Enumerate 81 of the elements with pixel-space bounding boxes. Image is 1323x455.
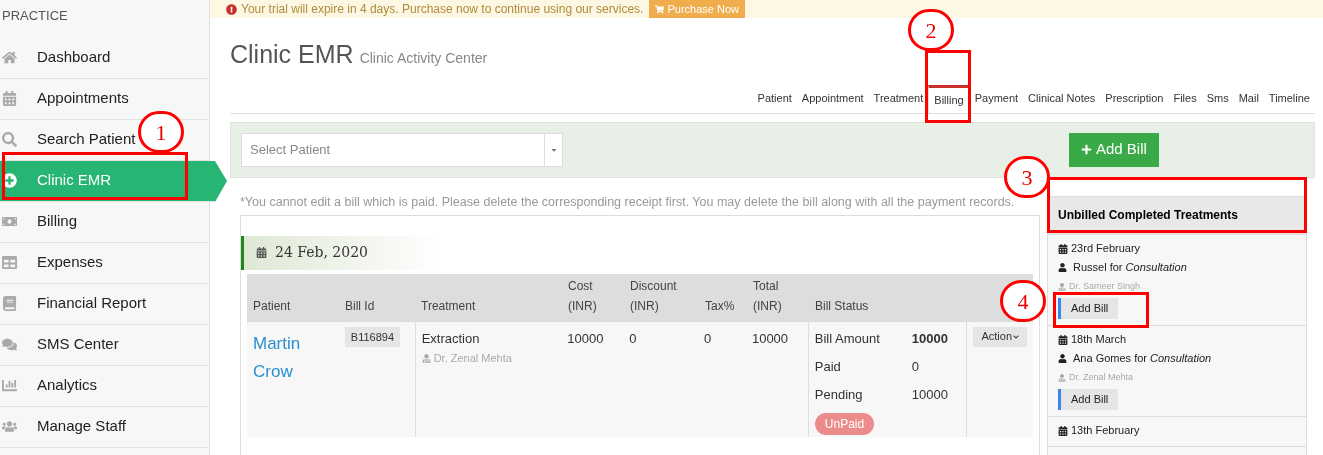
treatment-date: 13th February [1071, 423, 1140, 439]
add-bill-button[interactable]: Add Bill [1058, 388, 1119, 410]
nav-icon [2, 378, 17, 393]
sidebar-item[interactable]: Billing [0, 201, 209, 243]
tab[interactable]: Payment [969, 84, 1024, 113]
tab[interactable]: Files [1168, 84, 1202, 113]
patient-select[interactable]: Select Patient [241, 132, 563, 167]
doctor-name: Dr. Zenal Mehta [1069, 370, 1134, 384]
chevron-icon [1013, 333, 1019, 340]
nav-icon [2, 50, 17, 65]
sidebar-item[interactable]: Financial Report [0, 283, 209, 325]
status-value: 10000 [911, 385, 948, 404]
nav-icon [2, 255, 17, 270]
step-number: 2 [908, 9, 954, 51]
nav-icon [2, 419, 17, 434]
person-icon [1058, 354, 1067, 363]
doctor-icon [1058, 373, 1066, 382]
sidebar-item[interactable]: Expenses [0, 242, 209, 284]
person-icon [1058, 263, 1067, 272]
column-header: Bill Id [344, 297, 376, 315]
add-bill-button[interactable]: Add Bill [1058, 297, 1119, 319]
page-subtitle: Clinic Activity Center [359, 49, 488, 68]
column-header: Patient [252, 297, 292, 315]
status-label: Bill Amount [814, 329, 881, 348]
sidebar-item[interactable]: Manage Staff [0, 406, 209, 448]
table-cell-text: 10000 [566, 329, 605, 348]
table-cell-text: 0 [703, 329, 713, 348]
treatment-date: 23rd February [1071, 241, 1141, 257]
sidebar-item[interactable]: Dashboard [0, 37, 209, 79]
bill-id: B116894 [344, 326, 401, 347]
sidebar-heading: PRACTICE [1, 7, 69, 25]
calendar-icon [1058, 334, 1068, 345]
status-label: Pending [814, 385, 864, 404]
page-title: Clinic EMR [230, 39, 354, 70]
nav-icon [2, 132, 17, 147]
banner-message: Your trial will expire in 4 days. Purchase now to continue using our services. [241, 1, 644, 18]
calendar-icon [256, 247, 267, 258]
nav-icon [2, 337, 17, 352]
tab[interactable]: Appointment [796, 84, 869, 113]
tab[interactable]: Prescription [1100, 84, 1169, 113]
doctor-name: Dr. Zenal Mehta [433, 351, 512, 366]
tab[interactable]: Sms [1201, 84, 1234, 113]
patient-select-input[interactable]: Select Patient [242, 139, 544, 160]
calendar-icon [1058, 243, 1068, 254]
tab[interactable]: Mail [1233, 84, 1264, 113]
treatment-name: Extraction [421, 329, 481, 348]
doctor-name: Dr. Sameer Singh [1069, 279, 1141, 293]
cart-icon [655, 4, 665, 14]
column-header: Cost (INR) [567, 277, 598, 315]
tab[interactable]: Clinical Notes [1023, 84, 1101, 113]
table-cell-text: 10000 [750, 329, 790, 348]
status-value: 0 [911, 357, 920, 376]
tab[interactable]: Billing [928, 84, 970, 113]
calendar-icon [1058, 425, 1068, 436]
column-header: Bill Status [814, 297, 870, 315]
unpaid-badge: UnPaid [814, 412, 875, 435]
tab[interactable]: Timeline [1263, 84, 1315, 113]
treatment-summary: Ana Gomes for Consultation [1073, 351, 1212, 367]
plus-icon [1081, 144, 1092, 155]
doctor-icon [421, 353, 431, 363]
status-value: 10000 [911, 329, 948, 348]
action-button[interactable]: Action [973, 326, 1027, 347]
nav-icon [2, 214, 17, 229]
tab[interactable]: Patient [752, 84, 797, 113]
column-header: Discount (INR) [629, 277, 678, 315]
alert-icon [226, 3, 237, 15]
nav-icon [2, 296, 17, 311]
status-label: Paid [814, 357, 842, 376]
column-header: Tax% [704, 297, 736, 315]
doctor-icon [1058, 282, 1066, 291]
sidebar-item[interactable]: Analytics [0, 365, 209, 407]
step-number: 4 [1000, 280, 1046, 322]
nav-icon [2, 91, 17, 106]
treatment-date: 18th March [1071, 332, 1127, 348]
column-header: Total (INR) [752, 277, 783, 315]
sidebar-item[interactable]: SMS Center [0, 324, 209, 366]
treatment-summary: Russel for Consultation [1073, 260, 1187, 276]
table-cell-text: 0 [628, 329, 638, 348]
tab[interactable]: Treatment [868, 84, 929, 113]
column-header: Treatment [420, 297, 477, 315]
nav-icon [2, 173, 17, 188]
